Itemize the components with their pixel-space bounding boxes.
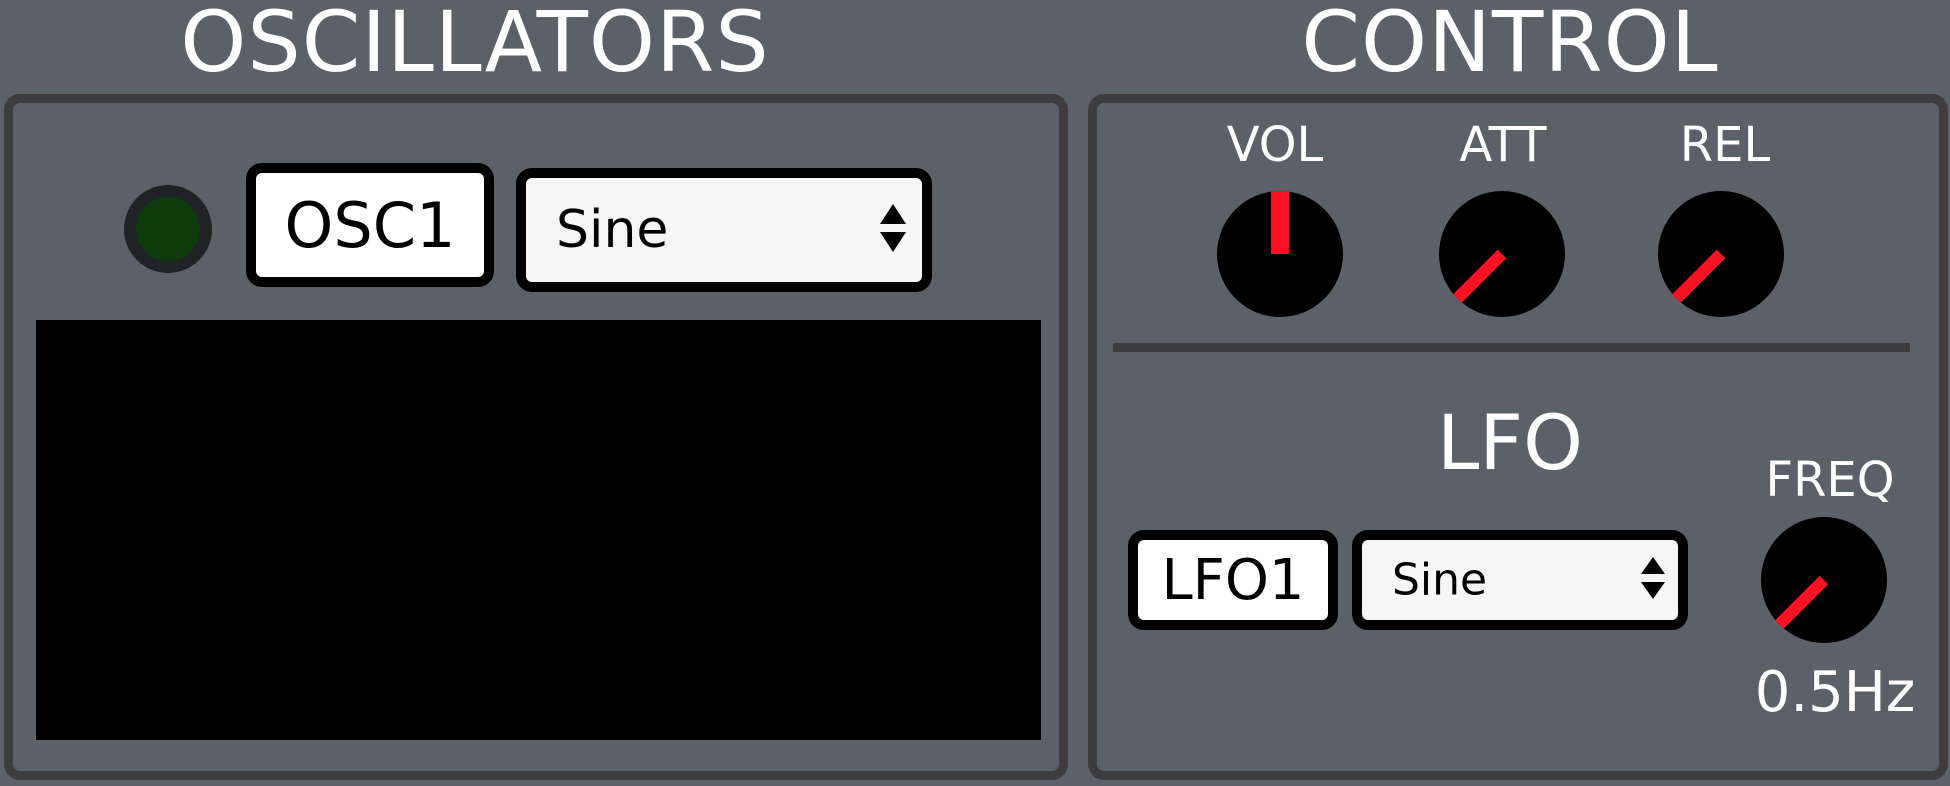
att-knob-label: ATT [1459, 117, 1547, 173]
rel-knob-label: REL [1679, 117, 1771, 173]
osc-waveform-select[interactable]: Sine [516, 168, 932, 292]
freq-knob[interactable] [1760, 516, 1888, 644]
oscillators-title: OSCILLATORS [180, 0, 770, 91]
vol-knob[interactable] [1216, 190, 1344, 318]
freq-knob-label: FREQ [1765, 452, 1895, 508]
rel-knob[interactable] [1657, 190, 1785, 318]
up-down-arrows-icon [1640, 555, 1666, 605]
oscilloscope-display [36, 320, 1041, 740]
control-title: CONTROL [1301, 0, 1719, 91]
up-down-arrows-icon [878, 202, 908, 258]
freq-value: 0.5Hz [1754, 660, 1916, 725]
osc-waveform-select-value: Sine [556, 200, 669, 260]
osc1-button[interactable]: OSC1 [246, 163, 494, 287]
osc-enable-led-light [136, 197, 200, 261]
vol-knob-label: VOL [1226, 117, 1324, 173]
lfo-waveform-select-value: Sine [1392, 554, 1488, 606]
lfo1-button-label: LFO1 [1161, 547, 1305, 613]
osc1-button-label: OSC1 [284, 188, 456, 262]
lfo-title: LFO [1437, 398, 1583, 487]
att-knob[interactable] [1438, 190, 1566, 318]
lfo-waveform-select[interactable]: Sine [1352, 530, 1688, 630]
lfo1-button[interactable]: LFO1 [1128, 530, 1338, 630]
osc-enable-led[interactable] [124, 185, 212, 273]
control-divider [1113, 343, 1910, 352]
